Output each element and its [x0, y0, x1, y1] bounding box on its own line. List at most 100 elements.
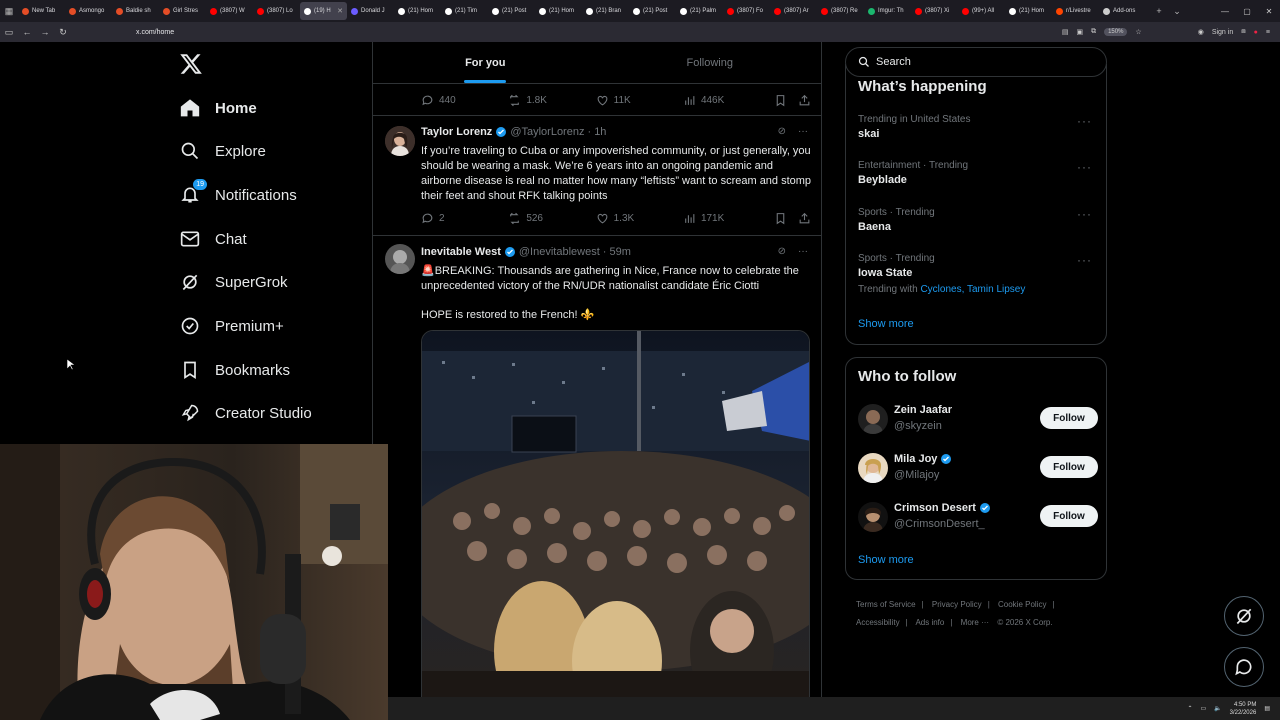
network-icon[interactable]: ▭ — [1200, 705, 1206, 712]
new-tab-button[interactable]: + — [1150, 0, 1168, 22]
browser-tab[interactable]: (21) Hom — [394, 2, 441, 20]
more-options-icon[interactable]: ··· — [798, 246, 808, 257]
address-bar[interactable]: x.com/home — [136, 29, 174, 36]
avatar[interactable] — [385, 126, 415, 156]
reply-button[interactable]: 2 — [421, 212, 508, 225]
reload-button[interactable]: ↻ — [54, 22, 72, 42]
trend-item[interactable]: Trending in United States skai ··· — [858, 114, 1098, 140]
tab-overflow-chevron-icon[interactable]: ⌄ — [1168, 0, 1186, 22]
share-button[interactable] — [798, 94, 811, 107]
browser-tab[interactable]: Baldie sh — [112, 2, 159, 20]
footer-link[interactable]: Ads info — [915, 618, 944, 627]
reply-button[interactable]: 440 — [421, 94, 508, 107]
browser-tab[interactable]: (99+) All — [958, 2, 1005, 20]
post-time[interactable]: · 59m — [603, 246, 631, 258]
post-video[interactable] — [421, 330, 810, 710]
who-to-follow-show-more-link[interactable]: Show more — [858, 554, 914, 566]
trend-item[interactable]: Entertainment · Trending Beyblade ··· — [858, 160, 1098, 186]
author-handle[interactable]: @Inevitablewest — [519, 246, 600, 258]
grok-float-button[interactable] — [1224, 596, 1264, 636]
footer-link[interactable]: Cookie Policy — [998, 600, 1046, 609]
browser-tab[interactable]: Donald J — [347, 2, 394, 20]
follow-button[interactable]: Follow — [1040, 505, 1098, 527]
browser-tab[interactable]: Add-ons — [1099, 2, 1146, 20]
sign-in-link[interactable]: Sign in — [1212, 29, 1233, 36]
author-name[interactable]: Inevitable West — [421, 246, 501, 258]
nav-home[interactable]: Home — [178, 90, 257, 126]
more-options-icon[interactable]: ··· — [1077, 160, 1092, 174]
browser-tab[interactable]: (3807) Re — [817, 2, 864, 20]
avatar[interactable] — [858, 453, 888, 483]
follow-button[interactable]: Follow — [1040, 456, 1098, 478]
more-options-icon[interactable]: ··· — [1077, 114, 1092, 128]
avatar[interactable] — [858, 404, 888, 434]
browser-tab[interactable]: Asmongo — [65, 2, 112, 20]
avatar[interactable] — [385, 244, 415, 274]
trending-show-more-link[interactable]: Show more — [858, 318, 914, 330]
more-options-icon[interactable]: ··· — [1077, 253, 1092, 267]
browser-tab[interactable]: Imgur: Th — [864, 2, 911, 20]
bookmark-button[interactable] — [774, 94, 798, 107]
clock[interactable]: 4:50 PM 3/22/2026 — [1230, 701, 1257, 717]
pip-icon[interactable]: ⧉ — [1091, 28, 1096, 36]
views-button[interactable]: 171K — [683, 212, 774, 225]
trend-item[interactable]: Sports · Trending Baena ··· — [858, 207, 1098, 233]
author-handle[interactable]: @TaylorLorenz — [510, 126, 584, 138]
nav-notifications[interactable]: 19 Notifications — [178, 177, 297, 213]
nav-chat[interactable]: Chat — [178, 221, 247, 257]
bookmark-button[interactable] — [774, 212, 798, 225]
nav-premium[interactable]: Premium+ — [178, 308, 284, 344]
notification-extension-icon[interactable]: ● — [1254, 29, 1258, 36]
extensions-icon[interactable]: ⧈ — [1241, 28, 1245, 36]
browser-tab[interactable]: (21) Tim — [441, 2, 488, 20]
browser-tab[interactable]: (19) H ✕ — [300, 2, 347, 20]
trend-item[interactable]: Sports · Trending Iowa State Trending wi… — [858, 253, 1098, 295]
menu-icon[interactable]: ≡ — [1266, 29, 1270, 36]
tab-list-icon[interactable]: ▦ — [0, 0, 18, 22]
back-button[interactable]: ← — [18, 22, 36, 42]
repost-button[interactable]: 1.8K — [508, 94, 595, 107]
browser-tab[interactable]: (3807) Ar — [770, 2, 817, 20]
messages-float-button[interactable] — [1224, 647, 1264, 687]
trend-link[interactable]: Cyclones — [920, 284, 961, 295]
post-taylor-lorenz[interactable]: Taylor Lorenz @TaylorLorenz · 1h ⊘ ··· I… — [373, 116, 821, 235]
grok-icon[interactable]: ⊘ — [778, 246, 786, 257]
browser-tab[interactable]: (21) Palm — [676, 2, 723, 20]
like-button[interactable]: 11K — [596, 94, 683, 107]
browser-tab[interactable]: (21) Post — [629, 2, 676, 20]
footer-more-link[interactable]: More ··· — [961, 618, 989, 627]
trend-link[interactable]: Tamin Lipsey — [967, 284, 1025, 295]
browser-tab[interactable]: (21) Post — [488, 2, 535, 20]
browser-tab[interactable]: (3807) Fo — [723, 2, 770, 20]
browser-tab[interactable]: (3807) Lo — [253, 2, 300, 20]
close-window-button[interactable]: ✕ — [1258, 0, 1280, 22]
sidebar-toggle-icon[interactable]: ▭ — [0, 22, 18, 42]
close-tab-icon[interactable]: ✕ — [337, 7, 343, 15]
footer-link[interactable]: Privacy Policy — [932, 600, 982, 609]
browser-tab[interactable]: (21) Hom — [535, 2, 582, 20]
nav-supergrok[interactable]: SuperGrok — [178, 264, 288, 300]
like-button[interactable]: 1.3K — [596, 212, 683, 225]
browser-tab[interactable]: r/Livestre — [1052, 2, 1099, 20]
more-options-icon[interactable]: ··· — [798, 126, 808, 137]
tab-following[interactable]: Following — [598, 42, 822, 83]
views-button[interactable]: 446K — [683, 94, 774, 107]
volume-icon[interactable]: 🔈 — [1214, 705, 1221, 712]
minimize-button[interactable]: — — [1214, 0, 1236, 22]
follow-suggestion[interactable]: Zein Jaafar @skyzein Follow — [858, 402, 1098, 436]
maximize-button[interactable]: ▢ — [1236, 0, 1258, 22]
avatar[interactable] — [858, 502, 888, 532]
browser-tab[interactable]: Girl Stres — [159, 2, 206, 20]
browser-tab[interactable]: (3807) W — [206, 2, 253, 20]
nav-creator-studio[interactable]: Creator Studio — [178, 395, 312, 431]
tab-for-you[interactable]: For you — [373, 42, 598, 83]
nav-bookmarks[interactable]: Bookmarks — [178, 352, 290, 388]
browser-tab[interactable]: (21) Bran — [582, 2, 629, 20]
reader-icon[interactable]: ▤ — [1062, 28, 1069, 36]
x-logo-icon[interactable] — [178, 52, 204, 76]
forward-button[interactable]: → — [36, 22, 54, 42]
footer-link[interactable]: Terms of Service — [856, 600, 916, 609]
follow-suggestion[interactable]: Crimson Desert @CrimsonDesert_ Follow — [858, 500, 1098, 534]
author-name[interactable]: Taylor Lorenz — [421, 126, 492, 138]
notification-center-icon[interactable]: ▤ — [1264, 705, 1270, 712]
